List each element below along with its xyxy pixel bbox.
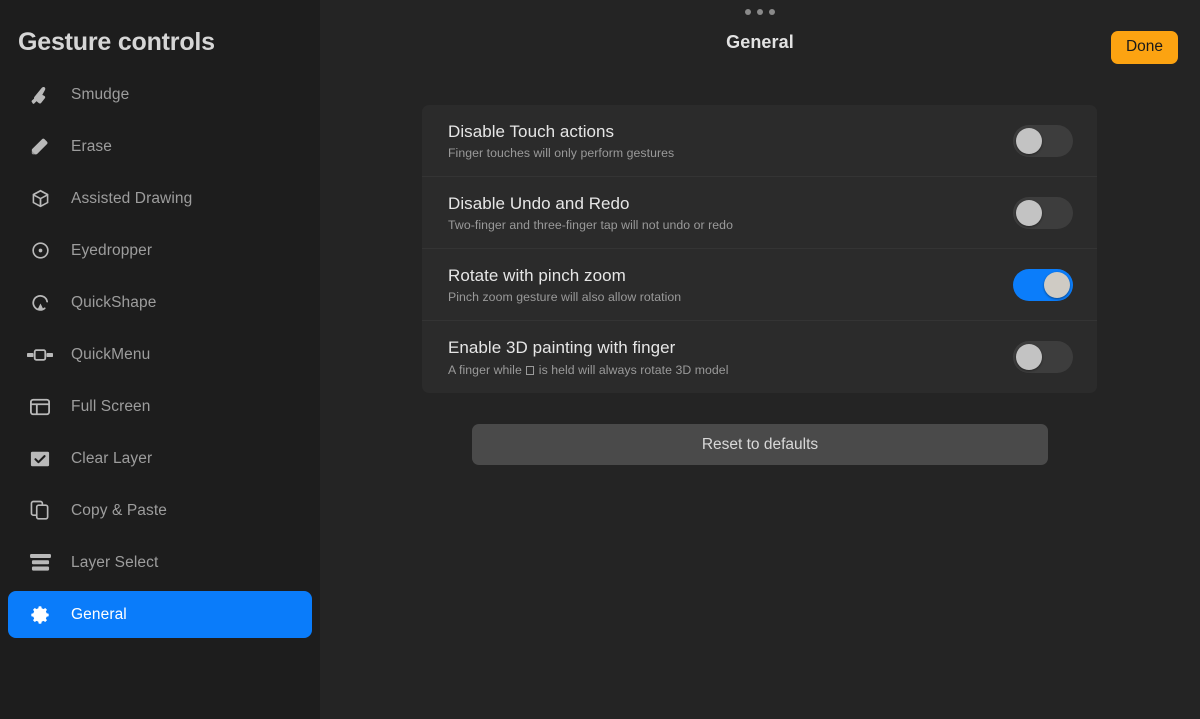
sidebar-item-label: Eyedropper xyxy=(71,241,153,259)
sidebar-item-clear-layer[interactable]: Clear Layer xyxy=(8,435,312,482)
sidebar-item-quickshape[interactable]: QuickShape xyxy=(8,279,312,326)
toggle-knob xyxy=(1016,344,1042,370)
done-button[interactable]: Done xyxy=(1110,31,1178,64)
toggle-knob xyxy=(1044,271,1070,298)
toggle-rotate-with-pinch-zoom[interactable] xyxy=(1013,268,1073,301)
page-title: General xyxy=(726,32,794,52)
setting-subtitle: Finger touches will only perform gesture… xyxy=(448,146,675,161)
sidebar-item-smudge[interactable]: Smudge xyxy=(8,71,312,118)
sidebar-item-copy-paste[interactable]: Copy & Paste xyxy=(8,487,312,534)
subtitle-text-after: is held will always rotate 3D model xyxy=(538,362,729,377)
copy-paste-icon xyxy=(26,498,54,524)
sidebar-item-label: Full Screen xyxy=(71,397,151,415)
sidebar-item-layer-select[interactable]: Layer Select xyxy=(8,539,312,586)
drag-handle-dots-icon[interactable] xyxy=(320,9,1200,15)
layers-icon xyxy=(26,550,54,576)
toggle-knob xyxy=(1016,127,1042,154)
reset-to-defaults-button[interactable]: Reset to defaults xyxy=(472,424,1048,465)
setting-texts: Disable Touch actions Finger touches wil… xyxy=(448,121,1013,160)
gesture-controls-window: Gesture controls Smudge Erase Assisted D… xyxy=(0,0,1200,719)
quickmenu-icon xyxy=(26,342,54,368)
eraser-icon xyxy=(26,134,54,160)
sidebar-nav-list: Smudge Erase Assisted Drawing Eyedropper… xyxy=(0,71,320,638)
sidebar-item-general[interactable]: General xyxy=(8,591,312,638)
toggle-enable-3d-painting[interactable] xyxy=(1013,341,1073,373)
sidebar-item-label: Clear Layer xyxy=(71,449,153,467)
dot xyxy=(745,9,751,15)
setting-title: Rotate with pinch zoom xyxy=(448,265,626,285)
sidebar-item-label: Assisted Drawing xyxy=(71,189,193,207)
settings-card: Disable Touch actions Finger touches wil… xyxy=(422,105,1097,393)
sidebar-item-label: Erase xyxy=(71,137,112,155)
setting-title: Disable Touch actions xyxy=(448,121,615,141)
gear-icon xyxy=(26,602,54,628)
setting-row-rotate-with-pinch-zoom: Rotate with pinch zoom Pinch zoom gestur… xyxy=(422,249,1097,321)
setting-row-disable-touch-actions: Disable Touch actions Finger touches wil… xyxy=(422,105,1097,177)
sidebar-item-label: Smudge xyxy=(71,85,130,103)
quickshape-icon xyxy=(26,290,54,316)
toggle-knob xyxy=(1016,199,1042,226)
setting-title: Enable 3D painting with finger xyxy=(448,338,676,358)
toggle-disable-undo-redo[interactable] xyxy=(1013,196,1073,229)
sidebar-item-quickmenu[interactable]: QuickMenu xyxy=(8,331,312,378)
setting-texts: Enable 3D painting with finger A finger … xyxy=(448,337,1013,376)
sidebar-item-label: Layer Select xyxy=(71,553,159,571)
sidebar-item-full-screen[interactable]: Full Screen xyxy=(8,383,312,430)
main-panel: General Done Disable Touch actions Finge… xyxy=(320,0,1200,719)
eyedropper-icon xyxy=(26,238,54,264)
setting-subtitle: Pinch zoom gesture will also allow rotat… xyxy=(448,290,682,305)
sidebar-title: Gesture controls xyxy=(18,28,215,56)
setting-texts: Rotate with pinch zoom Pinch zoom gestur… xyxy=(448,265,1013,304)
sidebar: Gesture controls Smudge Erase Assisted D… xyxy=(0,0,320,719)
cube-icon xyxy=(26,186,54,212)
dot xyxy=(757,9,763,15)
dot xyxy=(769,9,775,15)
setting-subtitle: Two-finger and three-finger tap will not… xyxy=(448,218,733,233)
setting-subtitle: A finger while is held will always rotat… xyxy=(448,363,1013,377)
checkbox-check-icon xyxy=(26,446,54,472)
setting-title: Disable Undo and Redo xyxy=(448,193,630,213)
setting-row-disable-undo-redo: Disable Undo and Redo Two-finger and thr… xyxy=(422,177,1097,249)
smudge-icon xyxy=(26,82,54,108)
sidebar-item-label: QuickMenu xyxy=(71,345,151,363)
sidebar-item-label: QuickShape xyxy=(71,293,157,311)
sidebar-item-eyedropper[interactable]: Eyedropper xyxy=(8,227,312,274)
sidebar-item-assisted-drawing[interactable]: Assisted Drawing xyxy=(8,175,312,222)
missing-glyph-box-icon xyxy=(526,365,535,375)
setting-row-enable-3d-painting: Enable 3D painting with finger A finger … xyxy=(422,321,1097,393)
toggle-disable-touch-actions[interactable] xyxy=(1013,124,1073,157)
sidebar-item-label: Copy & Paste xyxy=(71,501,167,519)
setting-texts: Disable Undo and Redo Two-finger and thr… xyxy=(448,193,1013,232)
sidebar-item-erase[interactable]: Erase xyxy=(8,123,312,170)
subtitle-text-before: A finger while xyxy=(448,362,522,377)
full-screen-icon xyxy=(26,394,54,420)
sidebar-item-label: General xyxy=(71,605,127,623)
